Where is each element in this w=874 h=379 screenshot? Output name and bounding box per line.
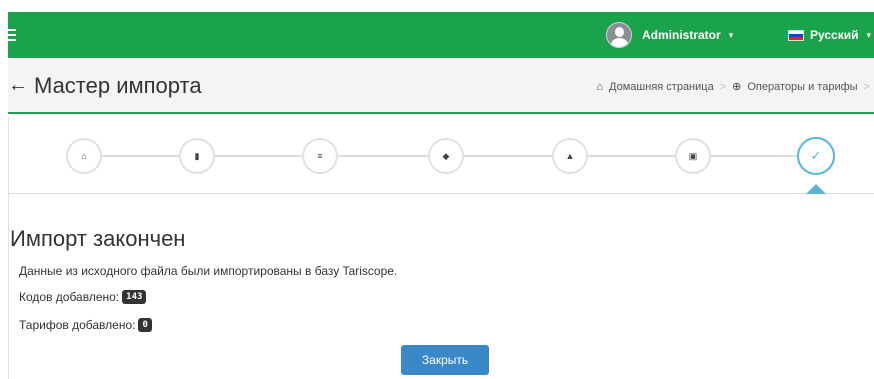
breadcrumb-operators-link[interactable]: Операторы и тарифы xyxy=(747,81,857,93)
user-menu[interactable]: Administrator ▾ xyxy=(606,20,733,50)
file-icon: ▮ xyxy=(194,150,200,161)
home-icon: ⌂ xyxy=(596,80,604,93)
language-selector[interactable]: Русский ▾ xyxy=(788,20,871,50)
box-icon: ▣ xyxy=(688,150,698,161)
tariffs-added: Тарифов добавлено: 0 xyxy=(19,318,152,332)
codes-added-badge: 143 xyxy=(122,290,147,304)
step-tag[interactable]: ◆ xyxy=(428,138,464,174)
page-title: Мастер импорта xyxy=(34,73,202,98)
check-icon: ✓ xyxy=(810,148,822,163)
step-box[interactable]: ▣ xyxy=(675,138,711,174)
breadcrumb: ⌂ Домашняя страница > ⊕ Операторы и тари… xyxy=(596,80,870,94)
import-result: Импорт закончен Данные из исходного файл… xyxy=(8,196,874,379)
back-arrow-icon[interactable]: ← xyxy=(8,74,28,97)
step-list[interactable]: ≡ xyxy=(302,138,338,174)
globe-icon: ⊕ xyxy=(732,81,742,93)
top-navbar: Administrator ▾ Русский ▾ xyxy=(8,12,874,58)
step-lock[interactable]: ▲ xyxy=(552,138,588,174)
tariffs-added-badge: 0 xyxy=(138,318,152,332)
breadcrumb-separator: > xyxy=(719,80,727,93)
codes-added: Кодов добавлено: 143 xyxy=(19,290,147,304)
active-step-pointer xyxy=(806,184,826,194)
tariffs-added-label: Тарифов добавлено: xyxy=(19,318,136,332)
codes-added-label: Кодов добавлено: xyxy=(19,290,120,304)
language-label: Русский xyxy=(810,28,859,42)
breadcrumb-separator: > xyxy=(863,80,870,93)
wizard-steps: ⌂ ▮ ≡ ◆ ▲ ▣ ✓ xyxy=(8,116,874,194)
result-description: Данные из исходного файла были импортиро… xyxy=(19,264,398,278)
avatar xyxy=(606,22,632,48)
lock-icon: ▲ xyxy=(565,151,575,161)
chevron-down-icon: ▾ xyxy=(866,29,872,40)
step-file[interactable]: ▮ xyxy=(179,138,215,174)
home-icon: ⌂ xyxy=(81,151,87,161)
step-home[interactable]: ⌂ xyxy=(66,138,102,174)
menu-icon[interactable] xyxy=(8,29,16,41)
user-name: Administrator xyxy=(642,28,721,42)
list-icon: ≡ xyxy=(317,151,323,161)
breadcrumb-home-link[interactable]: Домашняя страница xyxy=(609,81,714,93)
step-finish[interactable]: ✓ xyxy=(797,137,835,175)
chevron-down-icon: ▾ xyxy=(728,29,734,40)
page-header: ← Мастер импорта ⌂ Домашняя страница > ⊕… xyxy=(8,58,874,114)
tag-icon: ◆ xyxy=(442,150,450,161)
close-button[interactable]: Закрыть xyxy=(401,345,489,375)
flag-icon xyxy=(788,29,804,41)
result-title: Импорт закончен xyxy=(10,226,186,251)
